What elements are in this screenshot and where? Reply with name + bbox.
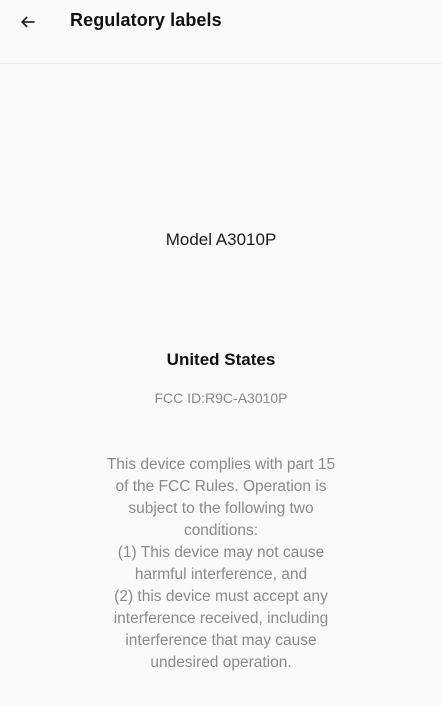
page-title: Regulatory labels [70,10,222,30]
region-heading: United States [166,350,276,369]
model-label: Model A3010P [165,230,277,249]
compliance-line: (1) This device may not cause [117,544,325,561]
compliance-line: harmful interference, and [134,566,308,583]
compliance-line: of the FCC Rules. Operation is [115,478,327,495]
compliance-text: This device complies with part 15 of the… [95,454,347,674]
arrow-left-icon [20,16,35,28]
regulatory-content: Model A3010P United States FCC ID:R9C-A3… [0,64,442,706]
compliance-line: (2) this device must accept any [114,588,328,605]
back-button[interactable] [8,4,48,40]
compliance-line: conditions: [183,522,259,539]
compliance-line: interference received, including [113,610,329,627]
app-bar: Regulatory labels [0,0,442,64]
compliance-line: This device complies with part 15 [106,456,336,473]
compliance-line: subject to the following two [128,500,314,517]
fcc-id-text: FCC ID:R9C-A3010P [154,390,288,406]
compliance-line: interference that may cause [125,632,317,649]
compliance-line: undesired operation. [150,654,292,671]
